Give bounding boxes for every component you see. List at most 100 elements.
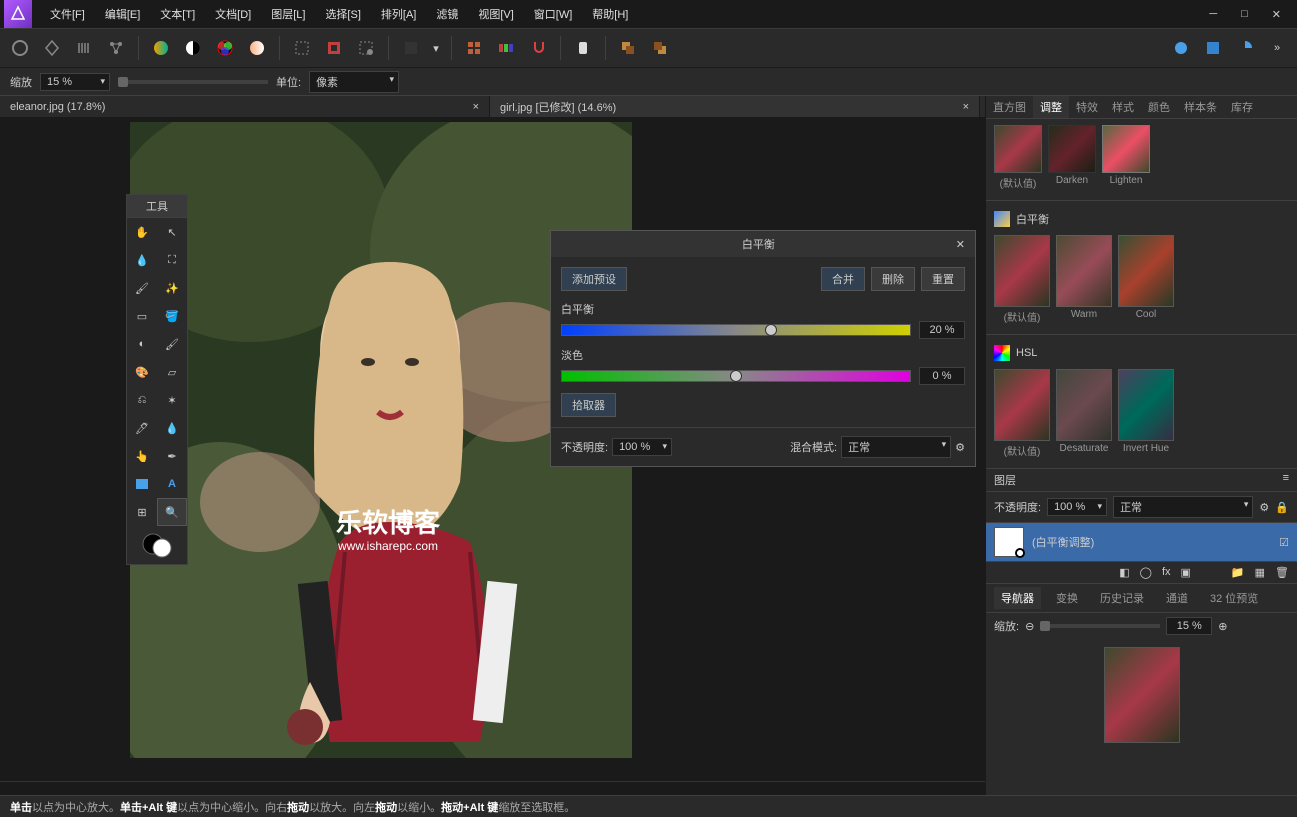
wb-preset-warm[interactable]: Warm: [1056, 235, 1112, 324]
pen-tool-icon[interactable]: ✒: [157, 442, 187, 470]
document-tab-2[interactable]: girl.jpg [已修改] (14.6%) ×: [490, 96, 980, 117]
layer-fx-icon[interactable]: fx: [1162, 566, 1171, 579]
gear-icon[interactable]: ⚙: [955, 441, 965, 454]
auto-levels-icon[interactable]: [147, 34, 175, 62]
tint-slider[interactable]: [561, 370, 911, 382]
layer-mask-icon[interactable]: ◯: [1140, 566, 1152, 579]
zoom-slider[interactable]: [118, 80, 268, 84]
smudge-tool-icon[interactable]: 👆: [127, 442, 157, 470]
shape1-icon[interactable]: [1167, 34, 1195, 62]
layer-blend-combo[interactable]: 正常: [1113, 496, 1253, 518]
tab-histogram[interactable]: 直方图: [986, 96, 1033, 118]
tab-stock[interactable]: 库存: [1224, 96, 1260, 118]
unit-combo[interactable]: 像素: [309, 71, 399, 93]
menu-view[interactable]: 视图[V]: [468, 2, 523, 26]
menu-edit[interactable]: 编辑[E]: [95, 2, 150, 26]
dodge-tool-icon[interactable]: 🖊: [127, 414, 157, 442]
auto-contrast-icon[interactable]: [179, 34, 207, 62]
layer-add-icon[interactable]: ▦: [1255, 566, 1265, 579]
rectangle-tool-icon[interactable]: [127, 470, 157, 498]
selection-invert-icon[interactable]: [320, 34, 348, 62]
menu-document[interactable]: 文档[D]: [205, 2, 261, 26]
zoom-in-icon[interactable]: ⊕: [1218, 620, 1227, 633]
minimize-button[interactable]: ─: [1197, 4, 1229, 24]
assistant-icon[interactable]: [569, 34, 597, 62]
close-tab-icon[interactable]: ×: [473, 101, 479, 113]
wb-preset-cool[interactable]: Cool: [1118, 235, 1174, 324]
tab-color[interactable]: 颜色: [1141, 96, 1177, 118]
layer-group-icon[interactable]: 📁: [1231, 566, 1245, 579]
menu-arrange[interactable]: 排列[A]: [371, 2, 426, 26]
hsl-preset-inverthue[interactable]: Invert Hue: [1118, 369, 1174, 458]
auto-colors-icon[interactable]: [211, 34, 239, 62]
selection-refine-icon[interactable]: [352, 34, 380, 62]
text-tool-icon[interactable]: A: [157, 470, 187, 498]
erase-tool-icon[interactable]: ▱: [157, 358, 187, 386]
tab-navigator[interactable]: 导航器: [994, 587, 1041, 609]
selection-rect-icon[interactable]: [288, 34, 316, 62]
delete-button[interactable]: 删除: [871, 267, 915, 291]
wb-slider[interactable]: [561, 324, 911, 336]
close-button[interactable]: ✕: [1260, 4, 1293, 25]
clone-tool-icon[interactable]: ⎌: [127, 386, 157, 414]
grid-icon[interactable]: [460, 34, 488, 62]
persona-photo-icon[interactable]: [6, 34, 34, 62]
shape3-icon[interactable]: [1231, 34, 1259, 62]
color-swatch[interactable]: [127, 526, 187, 564]
tab-32bit[interactable]: 32 位预览: [1203, 587, 1265, 609]
persona-export-icon[interactable]: [102, 34, 130, 62]
add-preset-button[interactable]: 添加预设: [561, 267, 627, 291]
mesh-warp-icon[interactable]: ⊞: [127, 498, 157, 526]
tab-transform[interactable]: 变换: [1049, 587, 1085, 609]
menu-filter[interactable]: 滤镜: [426, 2, 468, 26]
merge-button[interactable]: 合并: [821, 267, 865, 291]
tab-swatches[interactable]: 样本条: [1177, 96, 1224, 118]
wb-value[interactable]: 20 %: [919, 321, 965, 339]
horizontal-scrollbar[interactable]: [0, 781, 985, 795]
menu-select[interactable]: 选择[S]: [315, 2, 370, 26]
dialog-close-icon[interactable]: ✕: [956, 238, 965, 251]
zoom-tool-icon[interactable]: 🔍: [157, 498, 187, 526]
tint-value[interactable]: 0 %: [919, 367, 965, 385]
preset-default[interactable]: (默认值): [994, 125, 1042, 190]
snap-icon[interactable]: [524, 34, 552, 62]
gradient-tool-icon[interactable]: ◐: [127, 330, 157, 358]
arrange-back-icon[interactable]: [646, 34, 674, 62]
tab-channels[interactable]: 通道: [1159, 587, 1195, 609]
gear-icon[interactable]: ⚙: [1259, 501, 1269, 514]
zoom-combo[interactable]: 15 %: [40, 73, 110, 91]
menu-layer[interactable]: 图层[L]: [261, 2, 315, 26]
nav-zoom-value[interactable]: 15 %: [1166, 617, 1212, 635]
picker-button[interactable]: 拾取器: [561, 393, 616, 417]
maximize-button[interactable]: □: [1229, 4, 1260, 24]
hsl-preset-desaturate[interactable]: Desaturate: [1056, 369, 1112, 458]
persona-develop-icon[interactable]: [70, 34, 98, 62]
dialog-blend-combo[interactable]: 正常: [841, 436, 951, 458]
color-replace-icon[interactable]: 🎨: [127, 358, 157, 386]
paint-brush-icon[interactable]: 🖌: [157, 330, 187, 358]
close-tab-icon[interactable]: ×: [963, 101, 969, 113]
blur-tool-icon[interactable]: 💧: [157, 414, 187, 442]
layer-item[interactable]: (白平衡调整) ☑: [986, 523, 1297, 561]
arrange-front-icon[interactable]: [614, 34, 642, 62]
hand-tool-icon[interactable]: ✋: [127, 218, 157, 246]
color-fill-icon[interactable]: [397, 34, 425, 62]
shape2-icon[interactable]: [1199, 34, 1227, 62]
nav-zoom-slider[interactable]: [1040, 624, 1160, 628]
lock-icon[interactable]: 🔒: [1275, 501, 1289, 514]
flood-select-icon[interactable]: ✨: [157, 274, 187, 302]
dialog-opacity-combo[interactable]: 100 %: [612, 438, 672, 456]
crop-tool-icon[interactable]: ⛶: [157, 246, 187, 274]
auto-wb-icon[interactable]: [243, 34, 271, 62]
layer-opacity-combo[interactable]: 100 %: [1047, 498, 1107, 516]
menu-text[interactable]: 文本[T]: [150, 2, 205, 26]
navigator-thumbnail[interactable]: [1104, 647, 1180, 743]
marquee-tool-icon[interactable]: ▭: [127, 302, 157, 330]
selection-brush-icon[interactable]: 🖌: [127, 274, 157, 302]
inpaint-tool-icon[interactable]: ✶: [157, 386, 187, 414]
layer-visible-checkbox[interactable]: ☑: [1279, 536, 1289, 549]
menu-file[interactable]: 文件[F]: [40, 2, 95, 26]
swatches-icon[interactable]: [492, 34, 520, 62]
menu-help[interactable]: 帮助[H]: [582, 2, 638, 26]
document-tab-1[interactable]: eleanor.jpg (17.8%) ×: [0, 96, 490, 117]
